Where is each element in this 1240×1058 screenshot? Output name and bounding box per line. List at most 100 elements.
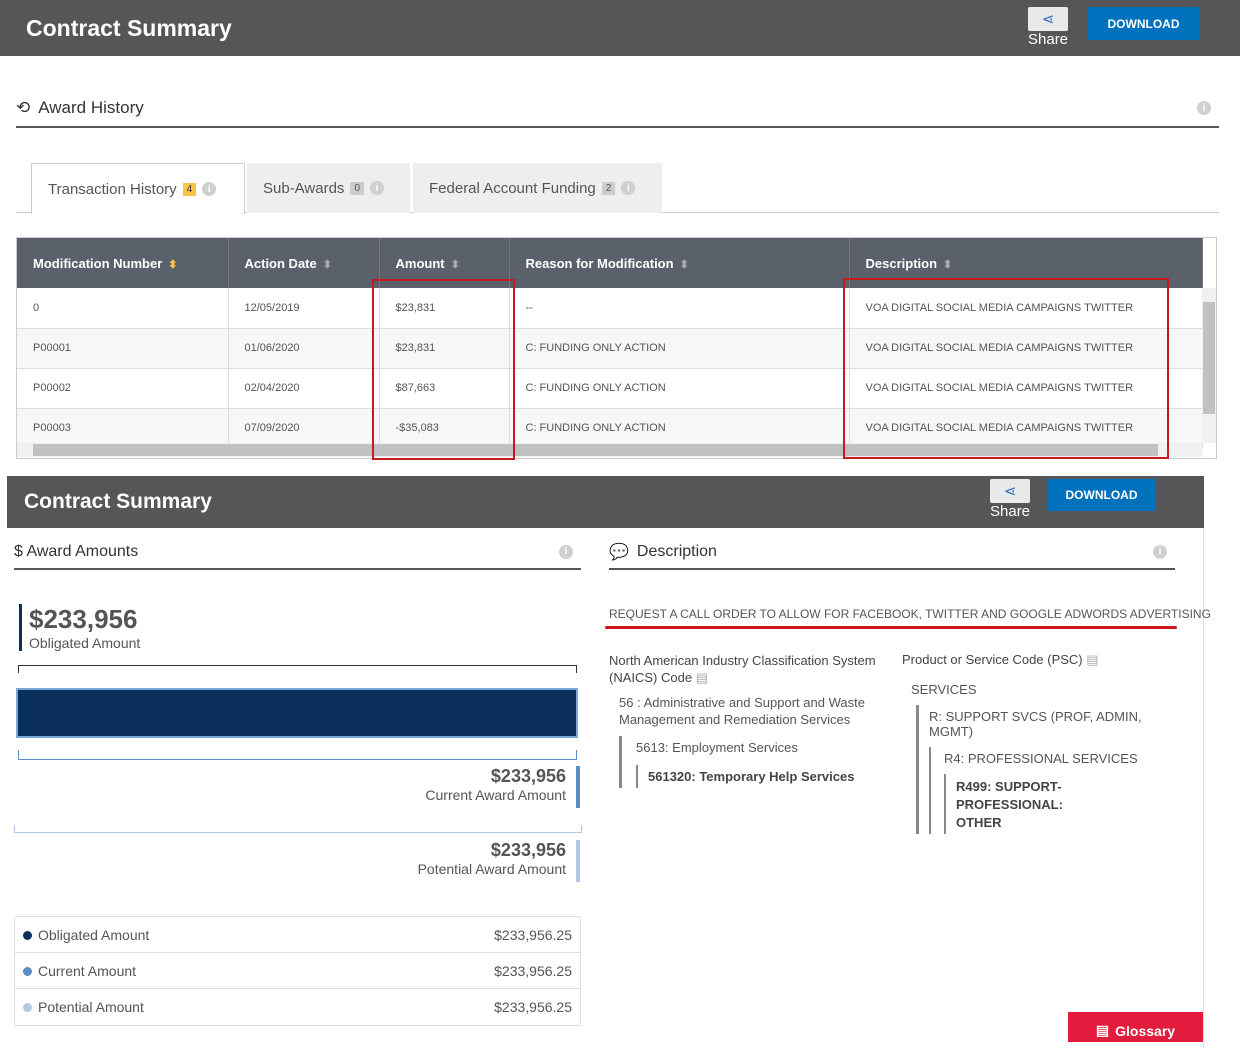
description-highlight — [843, 278, 1169, 459]
legend-value: $233,956.25 — [494, 926, 572, 943]
psc-level-4: R499: SUPPORT-PROFESSIONAL: OTHER — [944, 774, 1094, 834]
psc-title: Product or Service Code (PSC) — [902, 652, 1083, 667]
legend-row: Current Amount $233,956.25 — [15, 953, 580, 989]
naics-level-1: 56 : Administrative and Support and Wast… — [619, 695, 865, 727]
legend-dot-icon — [23, 930, 32, 940]
table-cell: P00003 — [17, 408, 229, 449]
award-history-heading: ⟲ Award History i — [16, 90, 1219, 128]
potential-value: $233,956 — [490, 840, 566, 860]
naics-section: North American Industry Classification S… — [609, 652, 889, 788]
naics-level-2: 5613: Employment Services — [636, 740, 798, 755]
info-icon[interactable]: i — [621, 181, 636, 195]
tab-transaction-history[interactable]: Transaction History 4 i — [31, 163, 245, 214]
description-underline — [605, 626, 1177, 629]
legend-label: Potential Amount — [38, 999, 144, 1015]
info-icon[interactable]: i — [202, 182, 217, 196]
naics-level-3: 561320: Temporary Help Services — [636, 765, 889, 788]
column-header[interactable]: Reason for Modification ⬍ — [509, 238, 850, 288]
section-title: Award History — [38, 98, 144, 117]
share-button[interactable]: ⋖ Share — [1028, 7, 1068, 48]
table-cell: 02/04/2020 — [228, 368, 380, 409]
legend-value: $233,956.25 — [494, 962, 572, 979]
legend-row: Obligated Amount $233,956.25 — [15, 917, 580, 953]
legend-label: Obligated Amount — [38, 926, 150, 943]
current-value: $233,956 — [490, 766, 566, 786]
share-label: Share — [1028, 31, 1069, 48]
column-label: Amount — [395, 255, 445, 271]
tab-sub-awards[interactable]: Sub-Awards 0 i — [247, 163, 410, 213]
obligated-label: Obligated Amount — [29, 635, 141, 651]
sort-icon[interactable]: ⬍ — [451, 259, 460, 271]
download-button[interactable]: DOWNLOAD — [1088, 7, 1199, 40]
award-amounts-heading: $ Award Amounts i — [14, 535, 581, 570]
info-icon[interactable]: i — [1197, 101, 1211, 115]
glossary-button[interactable]: ▤ Glossary — [1068, 1012, 1203, 1042]
share-label: Share — [990, 503, 1031, 520]
legend-dot-icon — [23, 966, 32, 976]
current-label: Current Award Amount — [425, 787, 566, 803]
table-cell: P00002 — [17, 368, 229, 409]
table-cell: -- — [509, 288, 850, 329]
amount-highlight — [372, 279, 515, 460]
download-button[interactable]: DOWNLOAD — [1048, 479, 1155, 511]
potential-summary: $233,956 Potential Award Amount — [418, 840, 580, 882]
psc-level-2: R: SUPPORT SVCS (PROF, ADMIN, MGMT) — [929, 709, 1142, 739]
potential-bracket — [18, 665, 577, 673]
tab-label: Federal Account Funding — [429, 179, 596, 197]
psc-section: Product or Service Code (PSC) ▤ SERVICES… — [902, 652, 1172, 834]
table-cell: C: FUNDING ONLY ACTION — [509, 328, 850, 369]
sort-icon[interactable]: ⬍ — [168, 259, 177, 271]
book-icon: ▤ — [1095, 1022, 1110, 1038]
share-button[interactable]: ⋖ Share — [990, 479, 1030, 520]
count-badge: 4 — [182, 182, 197, 196]
psc-level-3: R4: PROFESSIONAL SERVICES — [944, 751, 1138, 766]
divider — [1203, 528, 1204, 1048]
obligated-summary: $233,956 Obligated Amount — [19, 604, 140, 651]
legend-row: Potential Amount $233,956.25 — [15, 989, 580, 1025]
speech-bubble-icon: 💬 — [609, 543, 629, 561]
obligated-bar[interactable] — [16, 688, 578, 738]
info-icon[interactable]: i — [1153, 544, 1167, 559]
info-icon[interactable]: i — [370, 181, 384, 195]
tab-federal-account-funding[interactable]: Federal Account Funding 2 i — [413, 163, 662, 213]
legend-label: Current Amount — [38, 962, 137, 979]
obligated-value: $233,956 — [29, 604, 138, 634]
potential-line — [14, 825, 582, 833]
column-label: Action Date — [244, 255, 317, 271]
description-text: REQUEST A CALL ORDER TO ALLOW FOR FACEBO… — [609, 607, 1211, 621]
section-title: $ Award Amounts — [14, 542, 139, 560]
tab-label: Sub-Awards — [263, 179, 345, 197]
column-label: Reason for Modification — [525, 255, 674, 271]
glossary-book-icon[interactable]: ▤ — [1086, 652, 1098, 667]
table-cell: 12/05/2019 — [228, 288, 380, 329]
naics-title: North American Industry Classification S… — [609, 653, 876, 685]
table-cell: 01/06/2020 — [228, 328, 380, 369]
count-badge: 0 — [350, 181, 364, 195]
description-heading: 💬 Description i — [609, 535, 1175, 570]
column-label: Description — [865, 255, 938, 271]
column-header[interactable]: Action Date ⬍ — [228, 238, 380, 288]
table-cell: 07/09/2020 — [228, 408, 380, 449]
history-icon: ⟲ — [16, 98, 31, 117]
share-icon: ⋖ — [990, 479, 1031, 503]
tab-label: Transaction History — [48, 180, 177, 198]
table-cell: C: FUNDING ONLY ACTION — [509, 368, 850, 409]
legend-value: $233,956.25 — [494, 999, 572, 1015]
sort-icon[interactable]: ⬍ — [943, 259, 952, 271]
column-label: Modification Number — [33, 255, 163, 271]
sort-icon[interactable]: ⬍ — [680, 259, 689, 271]
sort-icon[interactable]: ⬍ — [323, 259, 332, 271]
table-cell: C: FUNDING ONLY ACTION — [509, 408, 850, 449]
page-title: Contract Summary — [26, 14, 232, 41]
psc-level-1: SERVICES — [911, 682, 977, 697]
info-icon[interactable]: i — [559, 544, 573, 559]
page-title: Contract Summary — [24, 490, 212, 513]
share-icon: ⋖ — [1028, 7, 1069, 31]
table-cell: P00001 — [17, 328, 229, 369]
legend-dot-icon — [23, 1003, 32, 1012]
vertical-scrollbar[interactable] — [1202, 288, 1216, 443]
current-bracket — [18, 750, 577, 760]
potential-label: Potential Award Amount — [417, 861, 566, 877]
column-header[interactable]: Modification Number ⬍ — [17, 238, 229, 288]
glossary-book-icon[interactable]: ▤ — [696, 670, 708, 685]
